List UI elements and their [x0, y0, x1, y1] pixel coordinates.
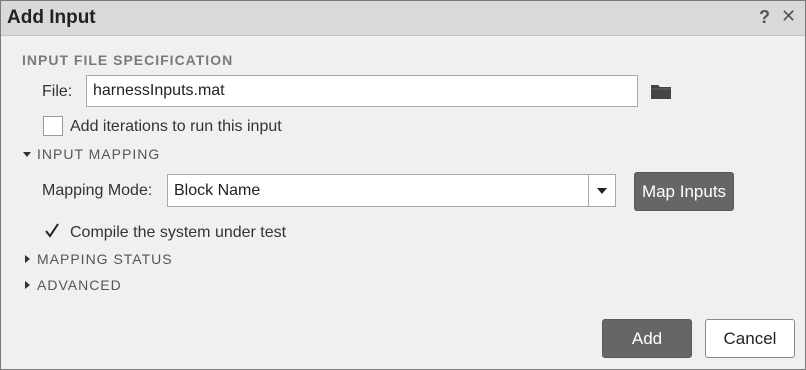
- file-path-input[interactable]: [86, 75, 638, 107]
- cancel-button[interactable]: Cancel: [705, 319, 795, 358]
- dropdown-arrow-icon[interactable]: [597, 188, 607, 194]
- help-icon[interactable]: ?: [759, 7, 770, 28]
- folder-icon[interactable]: [651, 84, 671, 99]
- mapping-status-heading: MAPPING STATUS: [37, 251, 173, 267]
- add-iterations-checkbox[interactable]: [43, 116, 63, 136]
- mapping-mode-value: Block Name: [174, 182, 261, 199]
- file-label: File:: [42, 83, 73, 100]
- dialog-title: Add Input: [7, 7, 96, 28]
- mapping-mode-label: Mapping Mode:: [42, 182, 153, 199]
- chevron-right-icon: [25, 255, 30, 263]
- input-mapping-expander[interactable]: INPUT MAPPING: [23, 146, 160, 162]
- mapping-mode-select[interactable]: Block Name: [167, 174, 616, 207]
- select-divider: [588, 175, 589, 206]
- advanced-heading: ADVANCED: [37, 277, 122, 293]
- close-icon[interactable]: ✕: [781, 6, 796, 27]
- mapping-status-expander[interactable]: MAPPING STATUS: [23, 251, 173, 267]
- input-file-spec-heading: INPUT FILE SPECIFICATION: [22, 52, 234, 68]
- input-mapping-heading: INPUT MAPPING: [37, 146, 161, 162]
- chevron-down-icon: [23, 151, 31, 157]
- add-input-dialog: Add Input ? ✕ INPUT FILE SPECIFICATION F…: [0, 0, 806, 370]
- compile-label: Compile the system under test: [70, 224, 287, 241]
- title-bar: Add Input ? ✕: [1, 1, 805, 36]
- chevron-right-icon: [25, 281, 30, 289]
- add-button[interactable]: Add: [602, 319, 692, 358]
- compile-checkbox[interactable]: [42, 221, 62, 241]
- advanced-expander[interactable]: ADVANCED: [23, 277, 122, 293]
- map-inputs-button[interactable]: Map Inputs: [634, 172, 734, 211]
- add-iterations-label: Add iterations to run this input: [70, 118, 282, 135]
